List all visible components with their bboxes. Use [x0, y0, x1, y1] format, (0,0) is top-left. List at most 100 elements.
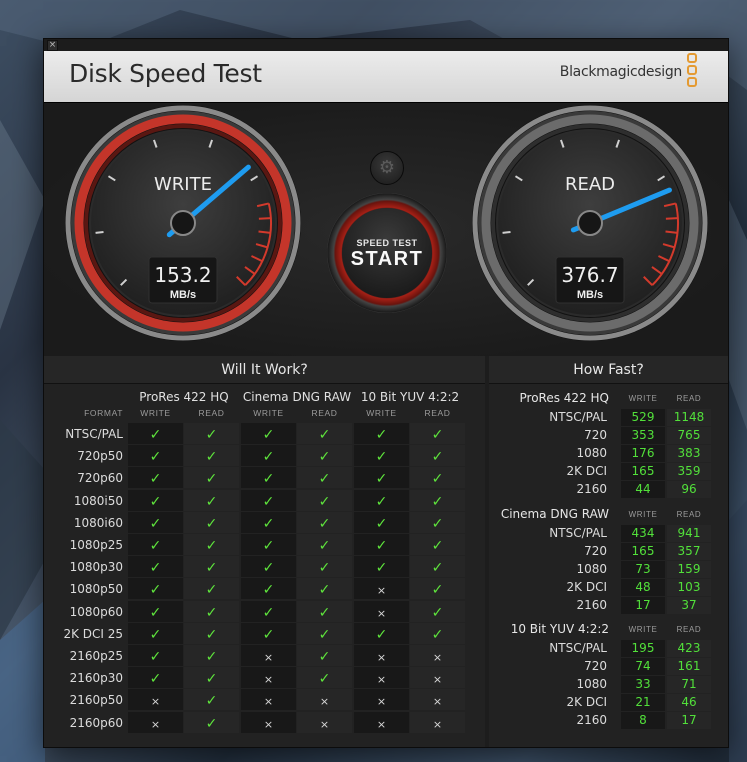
read-fps-value: 383	[667, 445, 711, 462]
compatibility-mark: ✓	[375, 449, 388, 466]
read-fps-value: 359	[667, 463, 711, 480]
format-label: 1080p30	[69, 560, 123, 575]
compatibility-mark: ×	[432, 673, 443, 687]
read-column-header: READ	[676, 625, 702, 634]
write-fps-value: 529	[621, 409, 665, 426]
will-it-work-panel: Will It Work? ProRes 422 HQ Cinema DNG RA…	[44, 356, 485, 747]
write-column-header: WRITE	[628, 509, 658, 519]
format-label: 1080p25	[69, 538, 123, 552]
cross-icon: ×	[410, 689, 465, 711]
start-button[interactable]: SPEED TEST START	[327, 193, 447, 313]
settings-button[interactable]: ⚙	[370, 151, 404, 185]
how-fast-format-label: 2K DCI	[566, 579, 607, 594]
read-column-header: READ	[676, 394, 702, 403]
read-fps-value: 1148	[667, 409, 711, 426]
read-fps-value: 941	[667, 524, 711, 542]
check-icon: ✓	[128, 467, 183, 489]
check-icon: ✓	[297, 467, 352, 489]
write-column-header: WRITE	[628, 625, 658, 634]
check-icon: ✓	[354, 445, 409, 467]
check-icon: ✓	[128, 511, 183, 533]
compatibility-mark: ✓	[149, 449, 162, 466]
check-icon: ✓	[128, 622, 183, 644]
compatibility-mark: ×	[376, 651, 387, 664]
compatibility-row: 2160p30 ✓ ✓ × ✓ × ×	[44, 667, 485, 689]
check-icon: ✓	[410, 467, 465, 489]
compatibility-mark: ✓	[149, 649, 162, 665]
how-fast-format-label: 2K DCI	[566, 464, 607, 478]
compatibility-mark: ✓	[375, 515, 388, 532]
write-column-header: WRITE	[628, 394, 658, 403]
compatibility-mark: ✓	[205, 671, 218, 688]
gauge-redline-tick	[258, 230, 271, 234]
check-icon: ✓	[410, 445, 465, 467]
read-column-header: READ	[311, 408, 338, 418]
compatibility-mark: ✓	[205, 715, 218, 732]
compatibility-mark: ✓	[205, 538, 218, 554]
compatibility-mark: ×	[432, 717, 443, 731]
compatibility-row: 1080p25 ✓ ✓ ✓ ✓ ✓ ✓	[44, 534, 485, 556]
format-label: 720p50	[77, 449, 123, 464]
compatibility-mark: ✓	[205, 515, 218, 532]
check-icon: ✓	[241, 467, 296, 489]
title-bar: Disk Speed Test Blackmagicdesign	[44, 51, 728, 103]
check-icon: ✓	[354, 511, 409, 533]
disk-speed-test-window: × Disk Speed Test Blackmagicdesign WRITE	[43, 38, 729, 748]
compatibility-mark: ×	[376, 673, 387, 687]
compatibility-mark: ✓	[149, 471, 162, 488]
compatibility-row: 720p50 ✓ ✓ ✓ ✓ ✓ ✓	[44, 445, 485, 467]
compatibility-mark: ✓	[375, 626, 388, 643]
how-fast-format-label: NTSC/PAL	[549, 641, 607, 655]
how-fast-format-label: 720	[584, 428, 607, 442]
compatibility-mark: ✓	[205, 626, 218, 643]
check-icon: ✓	[128, 556, 183, 578]
compatibility-mark: ✓	[318, 538, 331, 554]
how-fast-format-label: 2160	[576, 597, 607, 612]
check-icon: ✓	[241, 511, 296, 533]
read-column-header: READ	[676, 509, 702, 519]
cross-icon: ×	[241, 645, 296, 666]
compatibility-mark: ×	[150, 717, 161, 731]
check-icon: ✓	[354, 534, 409, 555]
check-icon: ✓	[297, 511, 352, 533]
how-fast-format-label: 1080	[576, 446, 607, 460]
how-fast-group-title: Cinema DNG RAW	[500, 506, 609, 521]
compatibility-mark: ✓	[318, 515, 331, 532]
write-column-header: WRITE	[253, 408, 284, 418]
check-icon: ✓	[297, 600, 352, 622]
compatibility-mark: ✓	[149, 626, 162, 643]
compatibility-mark: ✓	[262, 427, 275, 443]
compatibility-mark: ✓	[149, 427, 162, 443]
compatibility-row: 2160p50 × ✓ × × × ×	[44, 689, 485, 711]
compatibility-row: 2160p25 ✓ ✓ × ✓ × ×	[44, 645, 485, 667]
format-label: 2160p25	[69, 649, 123, 663]
close-button[interactable]: ×	[47, 40, 58, 51]
read-column-header: READ	[424, 408, 451, 418]
check-icon: ✓	[184, 423, 239, 444]
write-fps-value: 21	[621, 694, 665, 711]
check-icon: ✓	[184, 556, 239, 578]
compatibility-mark: ✓	[318, 493, 331, 510]
compatibility-mark: ×	[263, 673, 274, 687]
format-label: NTSC/PAL	[65, 427, 123, 441]
format-group-header: 10 Bit YUV 4:2:2	[360, 390, 460, 404]
start-button-label: START	[350, 248, 424, 270]
how-fast-format-label: 2160	[576, 482, 607, 496]
compatibility-mark: ✓	[431, 427, 444, 443]
cross-icon: ×	[354, 689, 409, 711]
write-fps-value: 44	[621, 481, 665, 498]
cross-icon: ×	[410, 711, 465, 733]
gauge-redline-tick	[665, 217, 678, 220]
compatibility-mark: ✓	[149, 671, 162, 688]
format-label: 1080p50	[69, 582, 123, 597]
write-fps-value: 434	[621, 524, 665, 542]
check-icon: ✓	[354, 467, 409, 489]
check-icon: ✓	[410, 423, 465, 444]
write-fps-value: 33	[621, 676, 665, 693]
write-fps-value: 17	[621, 596, 665, 614]
gear-icon: ⚙	[378, 157, 396, 178]
start-button-subtitle: SPEED TEST	[356, 238, 418, 248]
check-icon: ✓	[184, 467, 239, 489]
gauge-tick	[95, 230, 104, 234]
cross-icon: ×	[297, 689, 352, 711]
